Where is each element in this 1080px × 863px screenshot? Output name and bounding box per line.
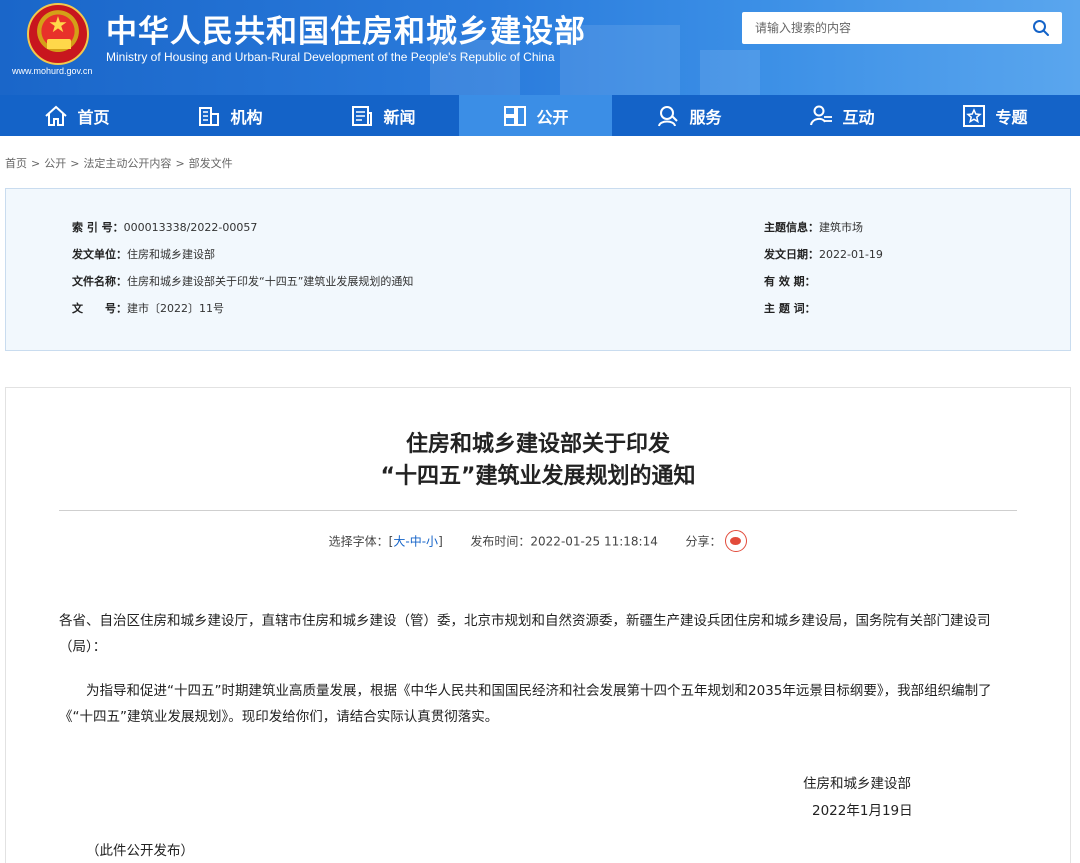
main-nav: 首页 机构 新闻 公开 服务 互动 专题	[0, 95, 1080, 136]
home-icon	[43, 103, 69, 129]
meta-value: 住房和城乡建设部关于印发“十四五”建筑业发展规划的通知	[127, 275, 414, 288]
building-icon	[196, 103, 222, 129]
font-size-close: ]	[438, 534, 443, 549]
breadcrumb-home-link[interactable]: 首页	[5, 157, 27, 170]
topic-icon	[961, 103, 987, 129]
national-emblem-logo[interactable]: ★	[27, 3, 89, 65]
search-box	[742, 12, 1062, 44]
meta-key: 发文日期：	[764, 248, 819, 261]
breadcrumb-statutory-link[interactable]: 法定主动公开内容	[83, 157, 171, 170]
document-meta-panel: 索 引 号：000013338/2022-00057 发文单位：住房和城乡建设部…	[5, 188, 1071, 351]
weibo-share-icon[interactable]	[725, 530, 748, 552]
meta-issue-date: 发文日期：2022-01-19	[764, 246, 883, 262]
meta-document-number: 文 号：建市〔2022〕11号	[72, 300, 224, 316]
nav-item-label: 专题	[995, 107, 1028, 127]
meta-index-number: 索 引 号：000013338/2022-00057	[72, 219, 257, 235]
meta-document-name: 文件名称：住房和城乡建设部关于印发“十四五”建筑业发展规划的通知	[72, 273, 413, 289]
article-title-line2: “十四五”建筑业发展规划的通知	[380, 464, 696, 489]
signature-organization: 住房和城乡建设部	[803, 776, 911, 792]
nav-item-label: 机构	[230, 107, 263, 127]
breadcrumb: 首页 > 公开 > 法定主动公开内容 > 部发文件	[5, 155, 233, 171]
meta-issuer: 发文单位：住房和城乡建设部	[72, 246, 215, 262]
interaction-icon	[808, 103, 834, 129]
nav-item-organization[interactable]: 机构	[153, 95, 306, 136]
publish-time: 发布时间：2022-01-25 11:18:14	[470, 534, 658, 549]
share-label: 分享：	[685, 534, 722, 549]
breadcrumb-separator: >	[31, 157, 41, 170]
nav-item-label: 互动	[842, 107, 875, 127]
font-size-label: 选择字体：[	[328, 534, 394, 549]
meta-keywords: 主 题 词：	[764, 300, 816, 316]
font-large-button[interactable]: 大	[393, 535, 405, 549]
meta-validity: 有 效 期：	[764, 273, 816, 289]
meta-key: 发文单位：	[72, 248, 127, 261]
banner-building-decoration	[700, 50, 760, 95]
article-paragraph-addressees: 各省、自治区住房和城乡建设厅，直辖市住房和城乡建设（管）委，北京市规划和自然资源…	[59, 613, 991, 655]
header-banner: ★ www.mohurd.gov.cn 中华人民共和国住房和城乡建设部 Mini…	[0, 0, 1080, 95]
article-paragraph-body: 为指导和促进“十四五”时期建筑业高质量发展，根据《中华人民共和国国民经济和社会发…	[59, 683, 992, 725]
site-title[interactable]: 中华人民共和国住房和城乡建设部	[106, 6, 586, 51]
signature-date: 2022年1月19日	[812, 803, 913, 819]
publication-note: （此件公开发布）	[86, 843, 194, 859]
meta-topic: 主题信息：建筑市场	[764, 219, 863, 235]
meta-key: 索 引 号：	[72, 221, 124, 234]
nav-item-service[interactable]: 服务	[612, 95, 765, 136]
nav-item-interaction[interactable]: 互动	[765, 95, 918, 136]
nav-item-home[interactable]: 首页	[0, 95, 153, 136]
title-divider	[59, 510, 1017, 511]
search-icon[interactable]	[1032, 19, 1050, 37]
breadcrumb-separator: >	[70, 157, 80, 170]
font-medium-button[interactable]: 中	[410, 535, 422, 549]
site-url[interactable]: www.mohurd.gov.cn	[12, 66, 92, 76]
nav-item-topics[interactable]: 专题	[918, 95, 1071, 136]
nav-item-label: 公开	[536, 107, 569, 127]
disclosure-icon	[502, 103, 528, 129]
breadcrumb-separator: >	[175, 157, 185, 170]
site-subtitle: Ministry of Housing and Urban-Rural Deve…	[106, 50, 555, 64]
font-small-button[interactable]: 小	[426, 535, 438, 549]
article: 住房和城乡建设部关于印发 “十四五”建筑业发展规划的通知 选择字体：[大-中-小…	[5, 387, 1071, 863]
meta-key: 文 号：	[72, 302, 127, 315]
breadcrumb-documents-link[interactable]: 部发文件	[189, 157, 233, 170]
meta-value: 建筑市场	[819, 221, 863, 234]
breadcrumb-disclosure-link[interactable]: 公开	[44, 157, 66, 170]
search-input[interactable]	[742, 12, 1022, 44]
meta-value: 2022-01-19	[819, 248, 883, 261]
nav-item-label: 首页	[77, 107, 110, 127]
meta-key: 文件名称：	[72, 275, 127, 288]
meta-value: 000013338/2022-00057	[123, 221, 258, 234]
news-icon	[349, 103, 375, 129]
nav-item-news[interactable]: 新闻	[306, 95, 459, 136]
nav-item-disclosure[interactable]: 公开	[459, 95, 612, 136]
meta-value: 建市〔2022〕11号	[127, 302, 224, 315]
nav-item-label: 服务	[689, 107, 722, 127]
meta-key: 有 效 期：	[764, 275, 816, 288]
meta-value: 住房和城乡建设部	[127, 248, 215, 261]
star-icon: ★	[48, 13, 68, 38]
tiananmen-icon	[47, 39, 71, 49]
meta-key: 主题信息：	[764, 221, 819, 234]
service-icon	[655, 103, 681, 129]
meta-key: 主 题 词：	[764, 302, 816, 315]
nav-item-label: 新闻	[383, 107, 416, 127]
article-toolbar: 选择字体：[大-中-小] 发布时间：2022-01-25 11:18:14 分享…	[6, 530, 1070, 553]
article-title-line1: 住房和城乡建设部关于印发	[405, 432, 670, 457]
